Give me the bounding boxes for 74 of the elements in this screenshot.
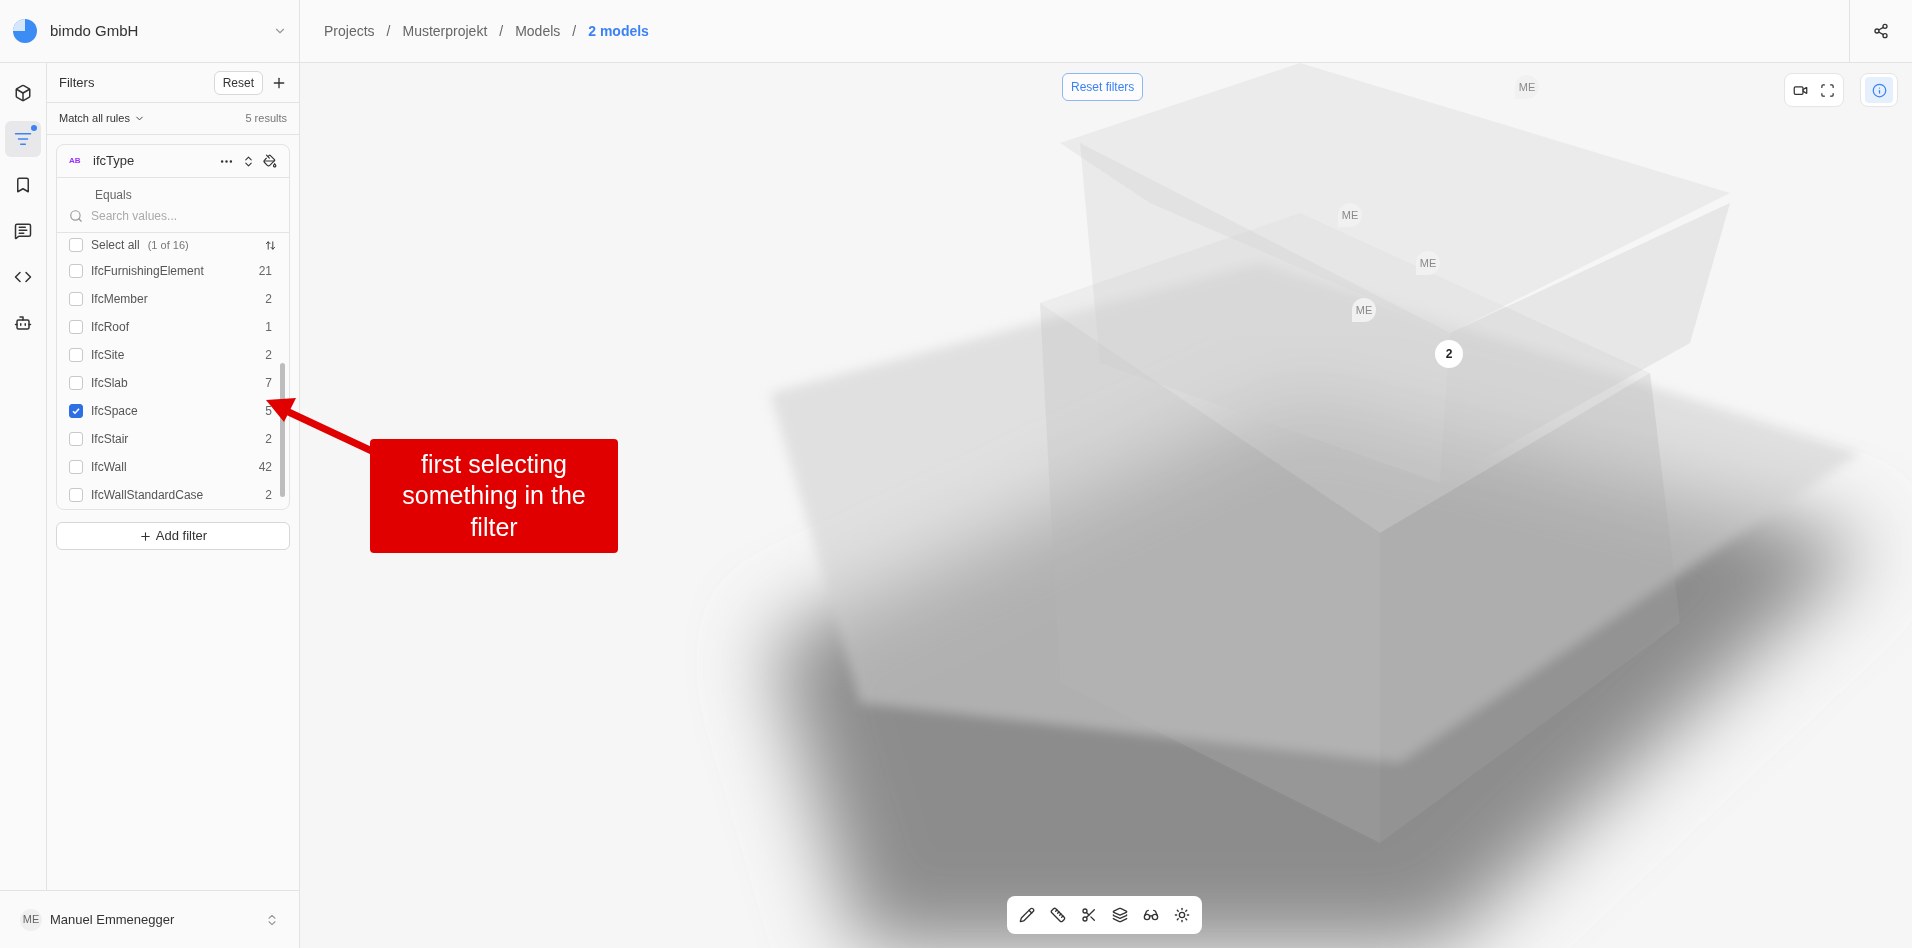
value-count: 2 — [265, 347, 272, 364]
pencil-icon[interactable] — [1019, 907, 1035, 923]
filter-icon — [14, 130, 32, 148]
robot-icon — [14, 314, 32, 332]
select-all-label: Select all — [91, 237, 140, 254]
value-label[interactable]: IfcFurnishingElement — [91, 262, 251, 280]
plus-icon — [138, 529, 152, 543]
value-label[interactable]: IfcSpace — [91, 402, 258, 420]
value-label[interactable]: IfcSite — [91, 346, 258, 364]
avatar: ME — [20, 908, 42, 931]
selection-count: (1 of 16) — [147, 237, 189, 253]
panel-title: Filters — [59, 73, 96, 92]
filter-field-name: ifcType — [93, 152, 136, 171]
value-count: 5 — [265, 403, 272, 420]
bookmark-icon — [14, 176, 32, 194]
cube-icon — [14, 84, 32, 102]
value-label[interactable]: IfcWallStandardCase — [91, 486, 258, 504]
value-count: 2 — [265, 487, 272, 504]
user-name: Manuel Emmenegger — [50, 910, 176, 929]
value-count: 42 — [258, 459, 272, 476]
logo-icon — [12, 18, 38, 44]
layers-icon[interactable] — [1112, 907, 1128, 923]
value-count: 2 — [265, 431, 272, 448]
value-label[interactable]: IfcMember — [91, 290, 258, 308]
checkbox[interactable] — [69, 264, 83, 278]
search-field[interactable]: Search values... — [91, 207, 277, 225]
annotation-callout: first selecting something in the filter — [370, 439, 618, 553]
value-label[interactable]: IfcWall — [91, 458, 251, 476]
breadcrumb-separator: / — [572, 21, 577, 41]
cluster-pin[interactable]: 2 — [1435, 340, 1463, 368]
breadcrumb-link[interactable]: 2 models — [588, 20, 649, 42]
breadcrumb-link[interactable]: Musterprojekt — [402, 20, 488, 42]
checkbox[interactable] — [69, 404, 83, 418]
ruler-icon[interactable] — [1050, 907, 1066, 923]
value-count: 1 — [265, 319, 272, 336]
fullscreen-icon[interactable] — [1820, 82, 1835, 98]
value-label[interactable]: IfcRoof — [91, 318, 258, 336]
checkbox[interactable] — [69, 460, 83, 474]
breadcrumb-separator: / — [386, 21, 391, 41]
sun-icon[interactable] — [1174, 907, 1190, 923]
checkbox[interactable] — [69, 432, 83, 446]
info-button[interactable] — [1860, 73, 1898, 107]
organization-name: bimdo GmbH — [50, 20, 140, 41]
checkmark-icon — [71, 406, 81, 416]
breadcrumb-separator: / — [499, 21, 504, 41]
checkbox[interactable] — [69, 376, 83, 390]
checkbox[interactable] — [69, 238, 83, 252]
search-icon — [69, 209, 83, 223]
checkbox[interactable] — [69, 348, 83, 362]
reset-button[interactable]: Reset — [213, 70, 263, 95]
value-count: 7 — [265, 375, 272, 392]
sort-icon[interactable] — [265, 239, 276, 251]
breadcrumb-link[interactable]: Projects — [324, 20, 375, 42]
match-rules-dropdown[interactable]: Match all rules — [59, 110, 145, 127]
type-label: AB — [69, 155, 82, 167]
operator-label[interactable]: Equals — [69, 186, 277, 204]
value-count: 21 — [258, 263, 272, 280]
comment-icon — [14, 222, 32, 240]
scissors-icon[interactable] — [1081, 907, 1097, 923]
reset-filters-button[interactable]: Reset filters — [1062, 73, 1144, 101]
results-count: 5 results — [245, 111, 287, 127]
checkbox[interactable] — [69, 320, 83, 334]
glasses-icon[interactable] — [1143, 907, 1159, 923]
add-filter-button[interactable]: Add filter — [56, 522, 290, 550]
paint-bucket-icon[interactable] — [263, 154, 277, 168]
breadcrumb-link[interactable]: Models — [515, 20, 561, 42]
value-label[interactable]: IfcSlab — [91, 374, 258, 392]
value-label[interactable]: IfcStair — [91, 430, 258, 448]
share-icon[interactable] — [1873, 23, 1889, 39]
info-icon — [1871, 82, 1887, 98]
value-count: 2 — [265, 291, 272, 308]
checkbox[interactable] — [69, 488, 83, 502]
sort-chevrons-icon[interactable] — [242, 154, 255, 168]
checkbox[interactable] — [69, 292, 83, 306]
